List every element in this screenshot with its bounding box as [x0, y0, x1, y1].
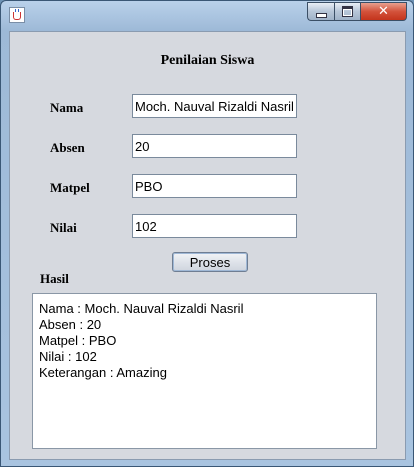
maximize-button[interactable] [334, 2, 360, 21]
close-icon: ✕ [378, 4, 389, 19]
result-line: Absen : 20 [39, 317, 102, 332]
java-cup-icon[interactable] [9, 7, 25, 23]
application-window: ✕ Penilaian Siswa Nama Absen Matpel Nila… [0, 0, 414, 467]
minimize-button[interactable] [307, 2, 334, 21]
result-textarea[interactable]: Nama : Moch. Nauval Rizaldi Nasril Absen… [32, 293, 377, 449]
result-line: Matpel : PBO [39, 333, 117, 348]
absen-label: Absen [50, 140, 85, 155]
nama-label: Nama [50, 100, 84, 115]
form-title: Penilaian Siswa [160, 53, 255, 68]
proses-button[interactable]: Proses [172, 252, 248, 272]
nilai-label: Nilai [50, 220, 77, 235]
maximize-icon [342, 6, 353, 17]
hasil-label: Hasil [40, 271, 69, 286]
minimize-icon [315, 12, 327, 18]
window-controls: ✕ [307, 2, 407, 21]
absen-field[interactable] [132, 134, 297, 158]
nama-field[interactable] [132, 94, 297, 118]
result-line: Nama : Moch. Nauval Rizaldi Nasril [39, 301, 244, 316]
form-panel: Penilaian Siswa Nama Absen Matpel Nilai … [9, 31, 406, 460]
title-bar[interactable]: ✕ [1, 1, 413, 29]
close-button[interactable]: ✕ [360, 2, 407, 21]
matpel-label: Matpel [50, 180, 90, 195]
matpel-field[interactable] [132, 174, 297, 198]
result-line: Nilai : 102 [39, 349, 97, 364]
result-line: Keterangan : Amazing [39, 365, 167, 380]
nilai-field[interactable] [132, 214, 297, 238]
